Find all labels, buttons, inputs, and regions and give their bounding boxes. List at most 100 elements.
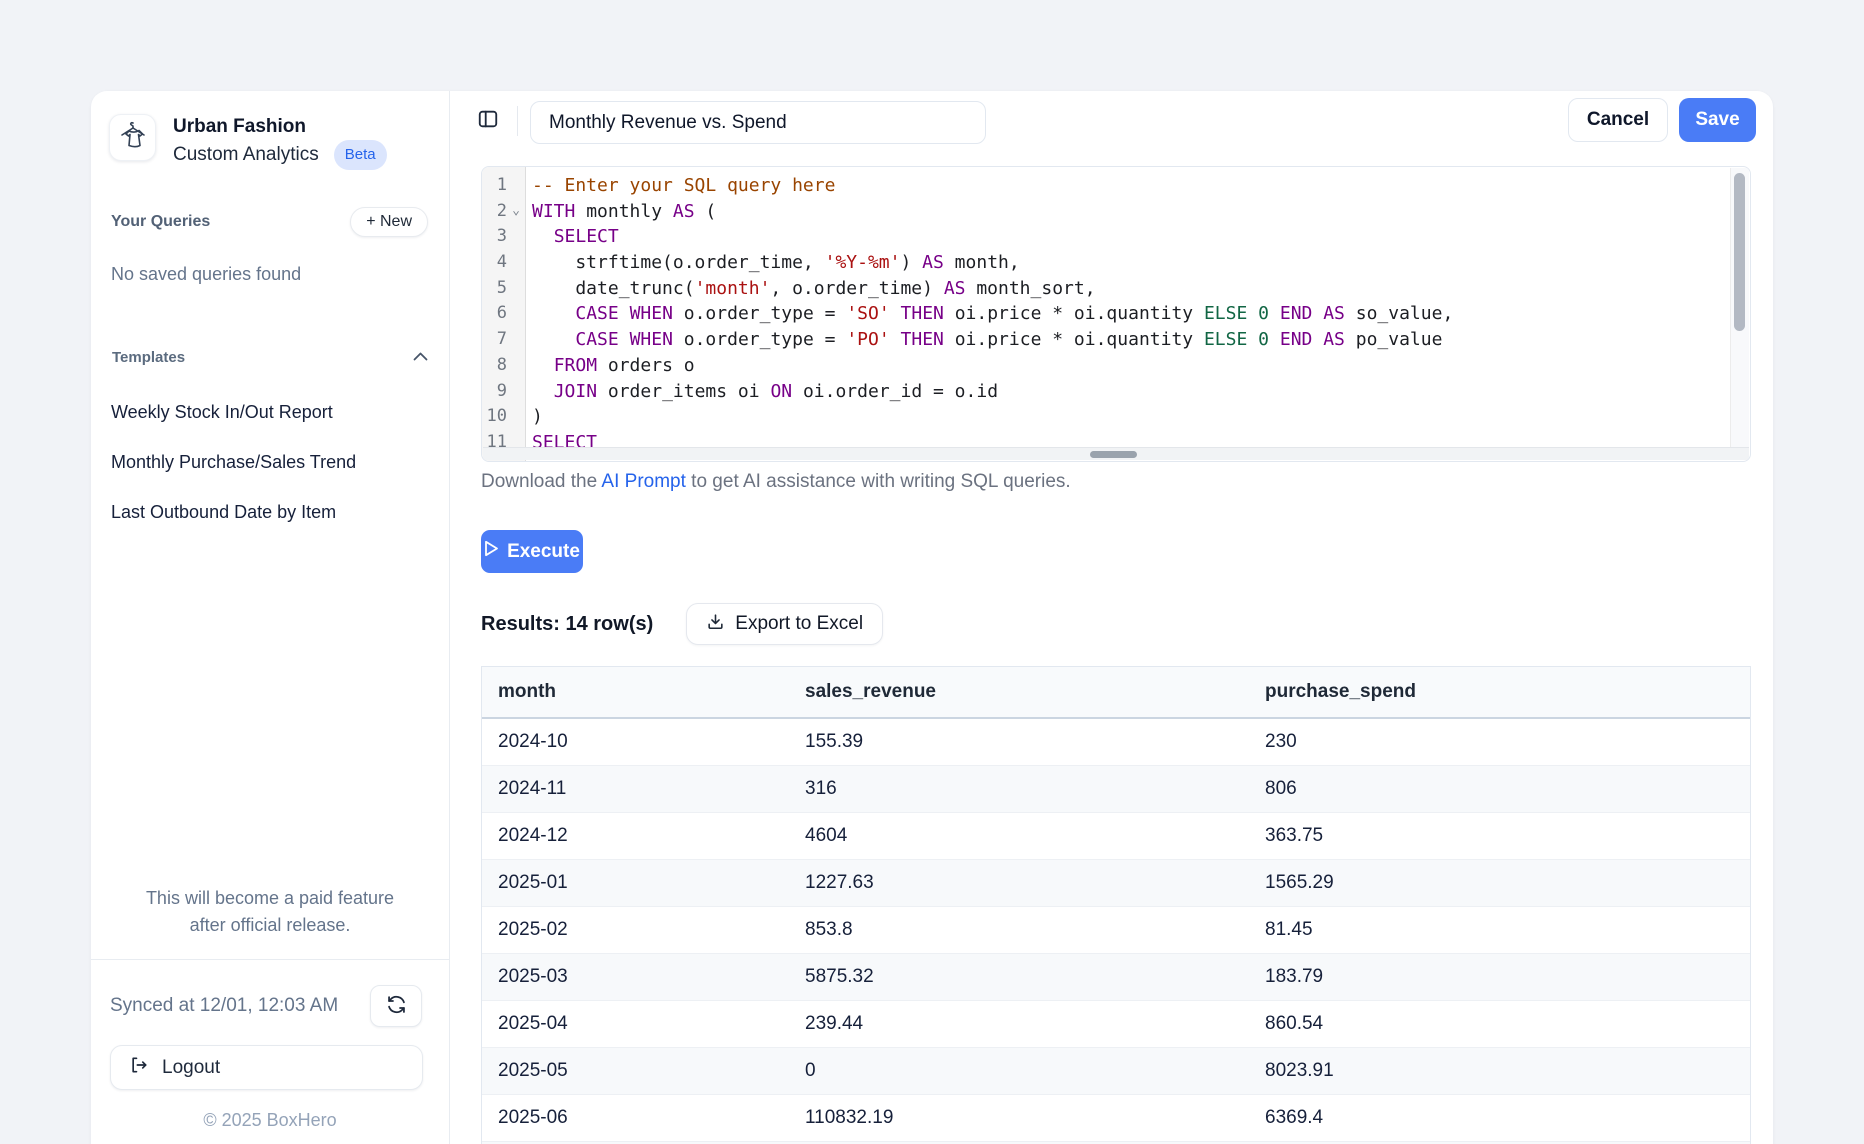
table-cell: 239.44 [805, 1013, 1265, 1035]
table-cell: 363.75 [1265, 825, 1750, 847]
export-label: Export to Excel [735, 613, 863, 635]
template-list: Weekly Stock In/Out ReportMonthly Purcha… [111, 387, 429, 537]
table-row: 2025-035875.32183.79 [482, 954, 1750, 1001]
table-cell: 2025-02 [482, 919, 805, 941]
table-cell: 2024-10 [482, 731, 805, 753]
paid-feature-notice: This will become a paid feature after of… [101, 885, 439, 939]
table-cell: 2025-04 [482, 1013, 805, 1035]
logout-icon [129, 1055, 149, 1081]
table-cell: 183.79 [1265, 966, 1750, 988]
logout-button[interactable]: Logout [110, 1045, 423, 1090]
line-number: 6 [482, 301, 525, 327]
export-excel-button[interactable]: Export to Excel [686, 603, 883, 645]
workspace-name: Urban Fashion [173, 114, 387, 140]
cancel-button[interactable]: Cancel [1568, 98, 1668, 142]
editor-horizontal-scrollbar [483, 447, 1749, 460]
execute-button[interactable]: Execute [481, 530, 583, 573]
copyright: © 2025 BoxHero [91, 1110, 449, 1131]
template-item[interactable]: Weekly Stock In/Out Report [111, 387, 429, 437]
play-icon [484, 540, 499, 563]
table-row: 2025-011227.631565.29 [482, 860, 1750, 907]
ai-prompt-link[interactable]: AI Prompt [601, 471, 685, 492]
download-icon [706, 612, 725, 637]
table-cell: 5875.32 [805, 966, 1265, 988]
table-cell: 853.8 [805, 919, 1265, 941]
your-queries-label: Your Queries [111, 213, 210, 231]
fold-chevron-down-icon[interactable]: ⌄ [508, 199, 524, 225]
table-row: 2025-06110832.196369.4 [482, 1095, 1750, 1142]
code-line: WITH monthly AS ( [532, 199, 1729, 225]
execute-label: Execute [507, 541, 580, 563]
line-number: 10 [482, 404, 525, 430]
table-cell: 6369.4 [1265, 1107, 1750, 1129]
no-queries-message: No saved queries found [111, 264, 301, 285]
header-separator [517, 106, 518, 136]
template-item[interactable]: Last Outbound Date by Item [111, 487, 429, 537]
query-title-input[interactable] [530, 101, 986, 144]
table-row: 2024-124604363.75 [482, 813, 1750, 860]
line-number: 1 [482, 173, 525, 199]
vertical-scrollbar-thumb[interactable] [1734, 173, 1745, 331]
table-row: 2025-02853.881.45 [482, 907, 1750, 954]
table-row: 2025-0508023.91 [482, 1048, 1750, 1095]
horizontal-scrollbar-thumb[interactable] [1090, 451, 1137, 458]
table-cell: 860.54 [1265, 1013, 1750, 1035]
table-cell: 155.39 [805, 731, 1265, 753]
table-cell: 1565.29 [1265, 872, 1750, 894]
line-number: 3 [482, 224, 525, 250]
table-cell: 110832.19 [805, 1107, 1265, 1129]
refresh-sync-button[interactable] [370, 985, 422, 1027]
code-line: strftime(o.order_time, '%Y-%m') AS month… [532, 250, 1729, 276]
table-cell: 8023.91 [1265, 1060, 1750, 1082]
code-line: SELECT [532, 430, 1729, 447]
app-card: Urban Fashion Custom Analytics Beta Your… [91, 91, 1773, 1144]
line-number: 8 [482, 353, 525, 379]
table-cell: 2025-03 [482, 966, 805, 988]
table-cell: 2024-11 [482, 778, 805, 800]
table-header-row: monthsales_revenuepurchase_spend [482, 667, 1750, 719]
sql-editor[interactable]: 12⌄34567891011 -- Enter your SQL query h… [481, 166, 1751, 462]
table-cell: 1227.63 [805, 872, 1265, 894]
results-summary: Results: 14 row(s) [481, 613, 653, 636]
logout-label: Logout [162, 1057, 220, 1079]
results-table: monthsales_revenuepurchase_spend 2024-10… [481, 666, 1751, 1144]
code-line: -- Enter your SQL query here [532, 173, 1729, 199]
chevron-up-icon[interactable] [413, 348, 428, 366]
code-line: CASE WHEN o.order_type = 'PO' THEN oi.pr… [532, 327, 1729, 353]
code-line: ) [532, 404, 1729, 430]
ai-note-suffix: to get AI assistance with writing SQL qu… [686, 471, 1071, 492]
table-cell: 81.45 [1265, 919, 1750, 941]
code-line: JOIN order_items oi ON oi.order_id = o.i… [532, 379, 1729, 405]
line-number: 2⌄ [482, 199, 525, 225]
tshirt-hanger-icon [116, 118, 150, 157]
main-header: Cancel Save [451, 91, 1773, 157]
line-number: 5 [482, 276, 525, 302]
panel-left-icon [477, 108, 499, 133]
sidebar: Urban Fashion Custom Analytics Beta Your… [91, 91, 450, 1144]
table-cell: 230 [1265, 731, 1750, 753]
synced-status: Synced at 12/01, 12:03 AM [110, 995, 338, 1017]
save-button[interactable]: Save [1679, 98, 1756, 142]
main-panel: Cancel Save 12⌄34567891011 -- Enter your… [451, 91, 1773, 1144]
code-line: FROM orders o [532, 353, 1729, 379]
column-header: sales_revenue [805, 681, 1265, 703]
code-line: date_trunc('month', o.order_time) AS mon… [532, 276, 1729, 302]
line-number: 7 [482, 327, 525, 353]
ai-prompt-note: Download the AI Prompt to get AI assista… [481, 471, 1071, 493]
table-cell: 2025-05 [482, 1060, 805, 1082]
new-query-button[interactable]: + New [350, 207, 428, 237]
editor-code[interactable]: -- Enter your SQL query hereWITH monthly… [526, 173, 1729, 447]
column-header: month [482, 681, 805, 703]
ai-note-prefix: Download the [481, 471, 601, 492]
brand: Urban Fashion Custom Analytics Beta [109, 114, 387, 170]
sidebar-toggle-button[interactable] [475, 107, 501, 133]
template-item[interactable]: Monthly Purchase/Sales Trend [111, 437, 429, 487]
table-cell: 2024-12 [482, 825, 805, 847]
table-cell: 806 [1265, 778, 1750, 800]
column-header: purchase_spend [1265, 681, 1750, 703]
sidebar-footer-divider [91, 959, 449, 960]
templates-label: Templates [112, 349, 185, 366]
workspace-logo [109, 114, 156, 161]
table-row: 2025-04239.44860.54 [482, 1001, 1750, 1048]
table-row: 2024-11316806 [482, 766, 1750, 813]
